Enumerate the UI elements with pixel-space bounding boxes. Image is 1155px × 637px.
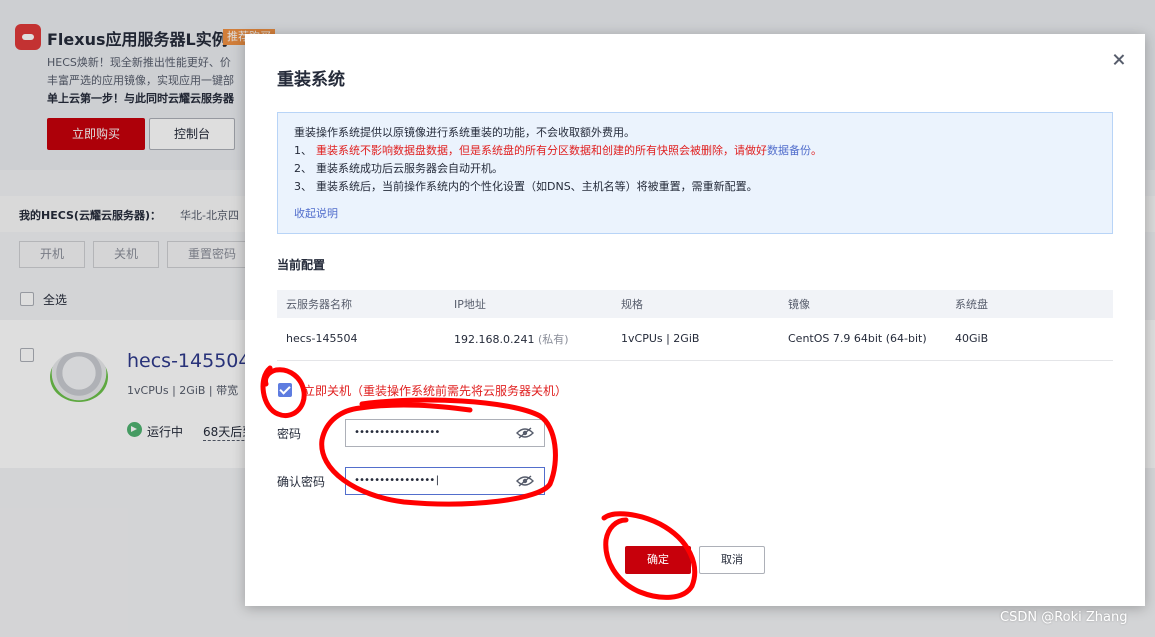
table-header-row: 云服务器名称 IP地址 规格 镜像 系统盘 (277, 290, 1113, 318)
confirm-button[interactable]: 确定 (625, 546, 691, 574)
confirm-password-label: 确认密码 (277, 475, 326, 489)
notice-item-number: 3、 (294, 180, 312, 193)
cell-image: CentOS 7.9 64bit (64-bit) (779, 318, 946, 361)
cell-ip: 192.168.0.241 (私有) (445, 318, 612, 361)
confirm-password-input[interactable]: ••••••••••••••••| (345, 467, 545, 495)
cell-disk: 40GiB (946, 318, 1113, 361)
data-backup-link[interactable]: 数据备份 (767, 144, 811, 157)
password-input[interactable]: ••••••••••••••••• (345, 419, 545, 447)
notice-box: 重装操作系统提供以原镜像进行系统重装的功能，不会收取额外费用。 1、 重装系统不影… (277, 112, 1113, 234)
notice-warning-end: 。 (811, 144, 822, 157)
watermark: CSDN @Roki Zhang (1000, 610, 1128, 625)
close-icon[interactable] (1109, 50, 1129, 70)
column-header: 系统盘 (946, 290, 1113, 318)
column-header: 规格 (612, 290, 779, 318)
ip-address: 192.168.0.241 (454, 332, 535, 346)
eye-hidden-icon[interactable] (516, 427, 534, 439)
eye-hidden-icon[interactable] (516, 475, 534, 487)
notice-item-3: 3、 重装系统后，当前操作系统内的个性化设置（如DNS、主机名等）将被重置，需重新… (294, 179, 758, 195)
collapse-notice-link[interactable]: 收起说明 (294, 205, 338, 221)
table-row: hecs-145504 192.168.0.241 (私有) 1vCPUs | … (277, 318, 1113, 361)
notice-item-number: 2、 (294, 162, 312, 175)
column-header: 云服务器名称 (277, 290, 445, 318)
column-header: 镜像 (779, 290, 946, 318)
notice-item-1: 1、 重装系统不影响数据盘数据，但是系统盘的所有分区数据和创建的所有快照会被删除，… (294, 143, 822, 159)
notice-item-text: 重装系统成功后云服务器会自动开机。 (316, 162, 503, 175)
notice-intro: 重装操作系统提供以原镜像进行系统重装的功能，不会收取额外费用。 (294, 126, 635, 139)
notice-item-number: 1、 (294, 144, 312, 157)
password-label: 密码 (277, 427, 302, 441)
cell-server-name: hecs-145504 (277, 318, 445, 361)
current-config-title: 当前配置 (277, 258, 326, 272)
notice-item-text: 重装系统后，当前操作系统内的个性化设置（如DNS、主机名等）将被重置，需重新配置… (316, 180, 758, 193)
column-header: IP地址 (445, 290, 612, 318)
shutdown-label: 立即关机（重装操作系统前需先将云服务器关机） (303, 384, 568, 398)
dialog-title: 重装系统 (277, 70, 345, 90)
cell-spec: 1vCPUs | 2GiB (612, 318, 779, 361)
ip-note: (私有) (537, 332, 569, 346)
shutdown-checkbox[interactable] (278, 383, 292, 397)
notice-warning-text: 重装系统不影响数据盘数据，但是系统盘的所有分区数据和创建的所有快照会被删除，请做… (316, 144, 767, 157)
reinstall-system-dialog: 重装系统 重装操作系统提供以原镜像进行系统重装的功能，不会收取额外费用。 1、重… (245, 34, 1145, 606)
notice-item-2: 2、 重装系统成功后云服务器会自动开机。 (294, 161, 503, 177)
cancel-button[interactable]: 取消 (699, 546, 765, 574)
config-table: 云服务器名称 IP地址 规格 镜像 系统盘 hecs-145504 192.16… (277, 290, 1113, 361)
